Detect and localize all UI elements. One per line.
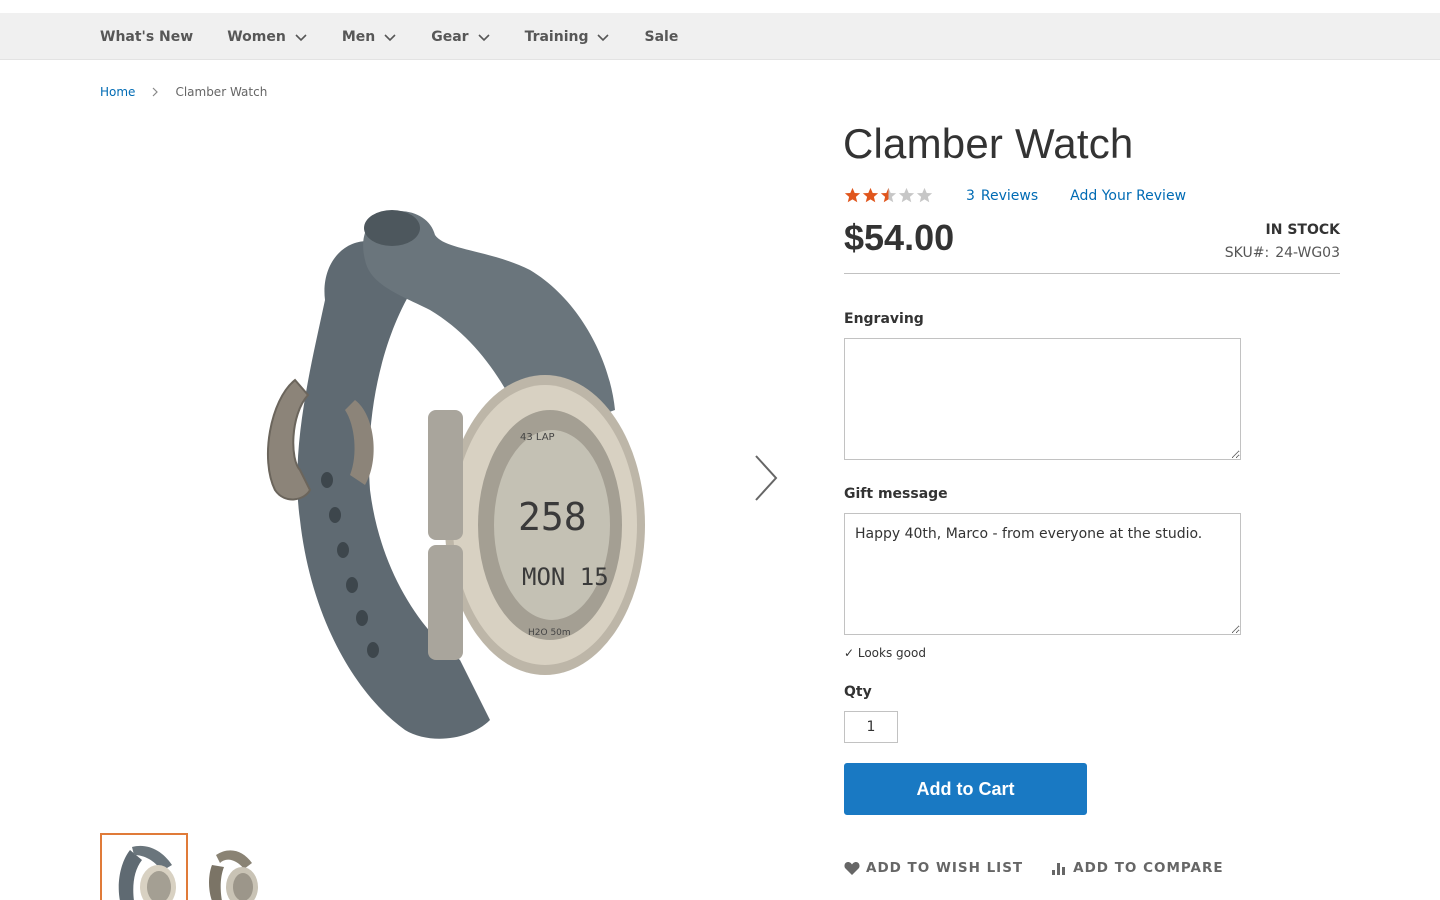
nav-item-training[interactable]: Training [525,29,611,45]
star-empty-icon [916,187,933,203]
breadcrumb-home-link[interactable]: Home [100,85,135,99]
chevron-right-icon [153,87,159,97]
engraving-textarea[interactable] [844,338,1241,460]
divider [844,273,1340,274]
engraving-label: Engraving [844,311,924,327]
qty-label: Qty [844,684,872,700]
nav-item-gear[interactable]: Gear [431,29,490,45]
nav-item-sale[interactable]: Sale [644,29,678,45]
add-review-link[interactable]: Add Your Review [1070,188,1186,204]
svg-text:MON 15: MON 15 [522,563,609,591]
stock-status: IN STOCK [1265,222,1340,238]
sku-label: SKU#: [1224,245,1270,261]
add-to-compare-link[interactable]: ADD TO COMPARE [1051,860,1223,876]
nav-item-label: What's New [100,28,194,45]
compare-label: ADD TO COMPARE [1073,860,1224,876]
svg-text:H2O 50m: H2O 50m [528,628,571,638]
thumbnail-image [209,850,258,900]
star-empty-icon [898,187,915,203]
nav-item-whats-new[interactable]: What's New [100,29,193,45]
compare-bars-icon [1052,862,1066,875]
nav-item-label: Gear [431,28,469,45]
reviews-count: 3 [966,187,975,204]
svg-text:43 LAP: 43 LAP [520,432,555,443]
breadcrumb-current: Clamber Watch [175,85,268,99]
heart-icon [844,861,860,875]
nav-item-label: Sale [644,28,679,45]
star-half-icon [880,187,897,203]
nav-item-women[interactable]: Women [227,29,308,45]
product-rating: 3 Reviews Add Your Review [844,187,1186,204]
product-main-image[interactable]: 43 LAP 258 MON 15 H2O 50m [230,190,670,760]
reviews-label: Reviews [980,187,1039,204]
star-full-icon [844,187,861,203]
wishlist-label: ADD TO WISH LIST [866,860,1024,876]
chevron-down-icon [295,33,307,41]
svg-text:258: 258 [518,495,587,539]
gift-message-label: Gift message [844,486,948,502]
product-price: $54.00 [844,217,955,258]
star-full-icon [862,187,879,203]
chevron-down-icon [384,33,396,41]
chevron-down-icon [477,33,490,41]
thumbnail-image [118,845,176,900]
nav-item-label: Training [524,28,589,45]
chevron-down-icon [597,33,610,41]
add-to-wishlist-link[interactable]: ADD TO WISH LIST [844,860,1023,876]
product-social-actions: ADD TO WISH LIST ADD TO COMPARE [844,860,1224,876]
nav-list: What's New Women Men Gear Training Sale [100,13,678,60]
product-title: Clamber Watch [843,120,1134,167]
nav-item-label: Men [341,28,376,45]
sku-value: 24-WG03 [1275,245,1340,261]
add-to-cart-button[interactable]: Add to Cart [844,763,1087,815]
gallery-thumbnail-2[interactable] [196,833,284,900]
product-sku: SKU#: 24-WG03 [1225,245,1340,261]
rating-stars [844,187,934,204]
validation-note: ✓ Looks good [844,646,926,660]
gallery-next-arrow-icon[interactable] [748,450,784,506]
nav-item-label: Women [227,28,286,45]
gift-message-textarea[interactable]: Happy 40th, Marco - from everyone at the… [844,513,1241,635]
qty-input[interactable] [844,711,898,743]
nav-item-men[interactable]: Men [342,29,397,45]
gallery-thumbnail-1[interactable] [100,833,188,900]
top-navigation: What's New Women Men Gear Training Sale [0,13,1440,60]
reviews-link[interactable]: 3 Reviews [966,188,1038,204]
breadcrumb: Home Clamber Watch [100,85,267,99]
